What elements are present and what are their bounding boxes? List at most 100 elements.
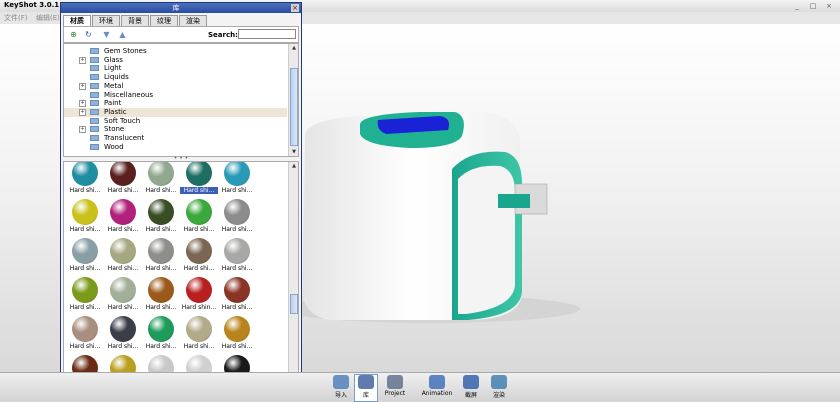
material-thumbnail[interactable]: Hard shi... — [104, 238, 142, 276]
add-material-icon[interactable]: ⊕ — [69, 30, 78, 39]
material-label: Hard shi... — [69, 226, 101, 233]
toolbar-library-button[interactable]: 库 — [354, 374, 378, 402]
library-close-button[interactable]: × — [291, 4, 299, 12]
material-label: Hard shi... — [221, 343, 253, 350]
toolbar-import-button[interactable]: 导入 — [330, 375, 352, 401]
tree-item[interactable]: + Metal — [64, 82, 287, 91]
material-thumbnail[interactable]: Hard shi... — [218, 238, 256, 276]
tree-item[interactable]: Miscellaneous — [64, 91, 287, 100]
move-down-icon[interactable]: ▼ — [102, 30, 111, 39]
material-thumbnail[interactable]: Hard shi... — [104, 316, 142, 354]
tree-item[interactable]: Wood — [64, 143, 287, 152]
material-thumbnail[interactable]: Hard shi... — [218, 277, 256, 315]
material-sphere — [110, 316, 136, 342]
material-sphere — [224, 316, 250, 342]
material-sphere — [224, 238, 250, 264]
folder-icon — [90, 143, 99, 150]
tree-item-label: Soft Touch — [104, 116, 141, 125]
material-thumbnail[interactable]: Hard shi... — [104, 277, 142, 315]
material-sphere — [148, 277, 174, 303]
tab-backgrounds[interactable]: 背景 — [121, 15, 149, 26]
tree-item-label: Plastic — [104, 107, 127, 116]
expand-icon[interactable]: + — [79, 82, 86, 90]
material-sphere — [148, 316, 174, 342]
material-thumbnail[interactable]: Hard shi... — [66, 316, 104, 354]
tree-item-label: Paint — [104, 99, 122, 108]
material-sphere — [186, 162, 212, 186]
main-toolbar: 导入 库 Project Animation 截屏 渲染 — [0, 372, 840, 402]
material-thumbnail[interactable]: Hard shi... — [66, 199, 104, 237]
maximize-button[interactable]: □ — [806, 1, 820, 11]
tree-item[interactable]: Translucent — [64, 134, 287, 143]
material-thumbnail[interactable]: Hard shi... — [104, 199, 142, 237]
expand-icon[interactable]: + — [79, 108, 86, 116]
scroll-up-arrow[interactable]: ▲ — [289, 44, 298, 52]
close-button[interactable]: × — [822, 1, 836, 11]
material-thumbnail[interactable]: Hard shi... — [218, 162, 256, 198]
material-sphere — [186, 277, 212, 303]
material-label: Hard shi... — [221, 187, 253, 194]
material-thumbnail[interactable]: Hard shi... — [180, 238, 218, 276]
tree-item-label: Glass — [104, 55, 123, 64]
tree-item[interactable]: Light — [64, 64, 287, 73]
material-thumbnail[interactable]: Hard shi... — [104, 162, 142, 198]
material-thumbnail[interactable]: Hard shi... — [142, 316, 180, 354]
tree-item[interactable]: + Paint — [64, 99, 287, 108]
scroll-thumb[interactable] — [290, 68, 298, 146]
material-thumbnail[interactable]: Hard shi... — [218, 316, 256, 354]
tree-item[interactable]: + Glass — [64, 56, 287, 65]
tree-item[interactable]: Liquids — [64, 73, 287, 82]
library-title-bar[interactable]: 库 × — [61, 3, 301, 13]
material-thumbnail[interactable]: Hard shi... — [142, 162, 180, 198]
move-up-icon[interactable]: ▲ — [118, 30, 127, 39]
toolbar-screenshot-button[interactable]: 截屏 — [460, 375, 482, 401]
tree-scrollbar[interactable]: ▲ ▼ — [288, 44, 298, 156]
minimize-button[interactable]: _ — [790, 1, 804, 11]
expand-icon[interactable]: + — [79, 56, 86, 64]
material-label: Hard shi... — [107, 226, 139, 233]
scroll-up-arrow[interactable]: ▲ — [289, 162, 298, 170]
material-thumbnail[interactable]: Hard shi... — [218, 199, 256, 237]
tree-item[interactable]: + Stone — [64, 125, 287, 134]
material-label: Hard shi... — [183, 226, 215, 233]
material-label: Hard shi... — [107, 187, 139, 194]
toolbar-animation-button[interactable]: Animation — [418, 375, 456, 401]
scroll-thumb[interactable] — [290, 294, 298, 314]
material-label: Hard shi... — [221, 226, 253, 233]
toolbar-project-button[interactable]: Project — [380, 375, 410, 401]
material-sphere — [148, 199, 174, 225]
toolbar-render-button[interactable]: 渲染 — [488, 375, 510, 401]
material-label: Hard shi... — [69, 265, 101, 272]
material-thumbnail[interactable]: Hard shi... — [142, 199, 180, 237]
material-thumbnail[interactable]: Hard shi... — [66, 162, 104, 198]
tree-item[interactable]: Soft Touch — [64, 117, 287, 126]
material-thumbnail[interactable]: Hard shi... — [142, 238, 180, 276]
material-label: Hard shi... — [107, 265, 139, 272]
material-thumbnail[interactable]: Hard shi... — [142, 277, 180, 315]
refresh-icon[interactable]: ↻ — [84, 30, 93, 39]
material-label: Hard shi... — [145, 304, 177, 311]
search-input[interactable] — [238, 29, 296, 39]
expand-icon[interactable]: + — [79, 126, 86, 134]
expand-icon[interactable]: + — [79, 100, 86, 108]
menu-file[interactable]: 文件(F) — [4, 13, 28, 23]
menu-edit[interactable]: 编辑(E) — [36, 13, 60, 23]
material-thumbnail[interactable]: Hard shi... — [180, 199, 218, 237]
tab-textures[interactable]: 纹理 — [150, 15, 178, 26]
tree-item[interactable]: + Plastic — [64, 107, 287, 117]
material-thumbnail[interactable]: Hard shi... — [66, 277, 104, 315]
scroll-down-arrow[interactable]: ▼ — [289, 148, 298, 156]
material-thumbnail[interactable]: Hard shin... — [180, 277, 218, 315]
material-thumbnail[interactable]: Hard shi... — [66, 238, 104, 276]
tree-item-label: Wood — [104, 142, 124, 151]
material-thumbnail[interactable]: Hard shi... — [180, 162, 218, 198]
toolbar-button-label: 渲染 — [492, 392, 505, 399]
grid-scrollbar[interactable]: ▲▼ — [288, 162, 298, 382]
tab-environments[interactable]: 环境 — [92, 15, 120, 26]
toolbar-button-label: 库 — [362, 392, 369, 399]
material-thumbnail[interactable]: Hard shi... — [180, 316, 218, 354]
tab-renders[interactable]: 渲染 — [179, 15, 207, 26]
tree-item[interactable]: Gem Stones — [64, 47, 287, 56]
search-label: Search: — [208, 31, 238, 39]
tree-item-label: Metal — [104, 81, 124, 90]
